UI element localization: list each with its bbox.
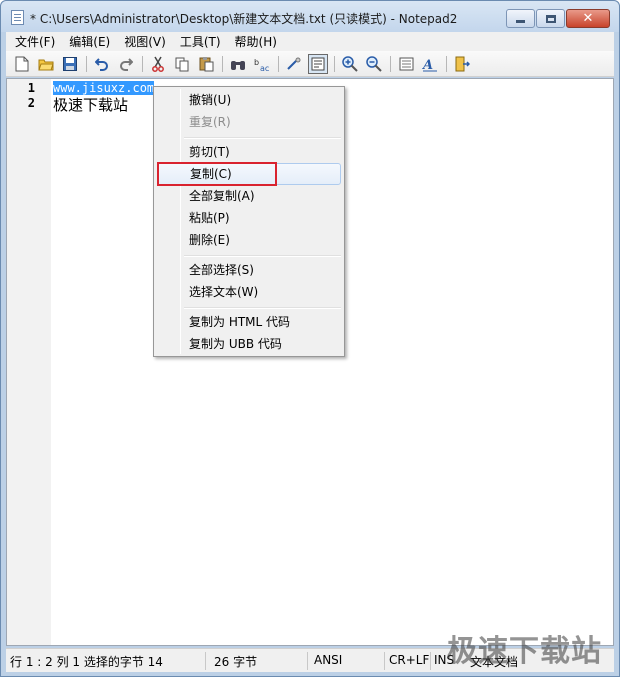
status-divider xyxy=(205,652,206,670)
scheme-icon[interactable] xyxy=(396,54,416,74)
toolbar-separator xyxy=(390,56,391,72)
zoom-in-icon[interactable] xyxy=(340,54,360,74)
minimize-icon xyxy=(516,20,525,23)
window-controls: ✕ xyxy=(506,9,610,28)
new-file-icon[interactable] xyxy=(12,54,32,74)
title-bar[interactable]: * C:\Users\Administrator\Desktop\新建文本文档.… xyxy=(1,1,619,32)
wrap-icon[interactable] xyxy=(284,54,304,74)
line-number-gutter: 1 2 xyxy=(7,79,51,645)
svg-text:ac: ac xyxy=(260,64,269,72)
ctx-delete[interactable]: 删除(E) xyxy=(157,229,341,251)
menu-view[interactable]: 视图(V) xyxy=(117,33,173,50)
open-folder-icon[interactable] xyxy=(36,54,56,74)
menu-separator xyxy=(184,137,341,139)
status-divider xyxy=(307,652,308,670)
menu-separator xyxy=(184,255,341,257)
ctx-copy-as-ubb[interactable]: 复制为 UBB 代码 xyxy=(157,333,341,355)
toolbar-separator xyxy=(334,56,335,72)
close-button[interactable]: ✕ xyxy=(566,9,610,28)
line-number: 1 xyxy=(27,81,35,95)
cut-icon[interactable] xyxy=(148,54,168,74)
ctx-copy-all[interactable]: 全部复制(A) xyxy=(157,185,341,207)
toolbar-separator xyxy=(142,56,143,72)
menu-edit[interactable]: 编辑(E) xyxy=(62,33,117,50)
line-number: 2 xyxy=(27,96,35,110)
ctx-undo[interactable]: 撤销(U) xyxy=(157,89,341,111)
status-divider xyxy=(430,652,431,670)
maximize-icon xyxy=(545,14,556,23)
undo-icon[interactable] xyxy=(92,54,112,74)
svg-text:A: A xyxy=(422,58,433,72)
minimize-button[interactable] xyxy=(506,9,535,28)
font-icon[interactable]: A xyxy=(420,54,440,74)
status-position: 行 1 : 2 列 1 选择的字节 14 xyxy=(10,655,163,669)
exit-icon[interactable] xyxy=(452,54,472,74)
toolbar-separator xyxy=(278,56,279,72)
menu-tools[interactable]: 工具(T) xyxy=(173,33,228,50)
ctx-paste[interactable]: 粘贴(P) xyxy=(157,207,341,229)
copy-icon[interactable] xyxy=(172,54,192,74)
toolbar-separator xyxy=(446,56,447,72)
status-divider xyxy=(384,652,385,670)
editor-line[interactable]: 极速下载站 xyxy=(53,94,128,115)
ctx-redo[interactable]: 重复(R) xyxy=(157,111,341,133)
toolbar: b ac A xyxy=(6,51,614,77)
ctx-cut[interactable]: 剪切(T) xyxy=(157,141,341,163)
status-eol[interactable]: CR+LF xyxy=(389,653,429,667)
find-icon[interactable] xyxy=(228,54,248,74)
redo-icon[interactable] xyxy=(116,54,136,74)
annotation-highlight-box xyxy=(157,162,277,186)
editor-line-selected[interactable]: www.jisuxz.com xyxy=(53,81,155,95)
ctx-copy-as-html[interactable]: 复制为 HTML 代码 xyxy=(157,311,341,333)
zoom-out-icon[interactable] xyxy=(364,54,384,74)
status-encoding[interactable]: ANSI xyxy=(314,653,342,667)
paste-icon[interactable] xyxy=(196,54,216,74)
replace-icon[interactable]: b ac xyxy=(252,54,272,74)
menu-help[interactable]: 帮助(H) xyxy=(228,33,284,50)
context-menu: 撤销(U) 重复(R) 剪切(T) 复制(C) 全部复制(A) 粘贴(P) 删除… xyxy=(153,86,345,357)
watermark-text: 极速下载站 xyxy=(447,634,602,669)
menu-separator xyxy=(184,307,341,309)
save-icon[interactable] xyxy=(60,54,80,74)
maximize-button[interactable] xyxy=(536,9,565,28)
window-title: * C:\Users\Administrator\Desktop\新建文本文档.… xyxy=(30,12,458,26)
status-size: 26 字节 xyxy=(214,655,258,669)
svg-text:b: b xyxy=(254,58,259,67)
toolbar-separator xyxy=(86,56,87,72)
notepad-app-icon xyxy=(11,10,24,25)
close-icon: ✕ xyxy=(582,11,594,26)
menu-bar: 文件(F) 编辑(E) 视图(V) 工具(T) 帮助(H) xyxy=(6,32,614,51)
ctx-select-text[interactable]: 选择文本(W) xyxy=(157,281,341,303)
toolbar-separator xyxy=(222,56,223,72)
menu-file[interactable]: 文件(F) xyxy=(6,33,62,50)
view-whitespace-icon[interactable] xyxy=(308,54,328,74)
ctx-select-all[interactable]: 全部选择(S) xyxy=(157,259,341,281)
